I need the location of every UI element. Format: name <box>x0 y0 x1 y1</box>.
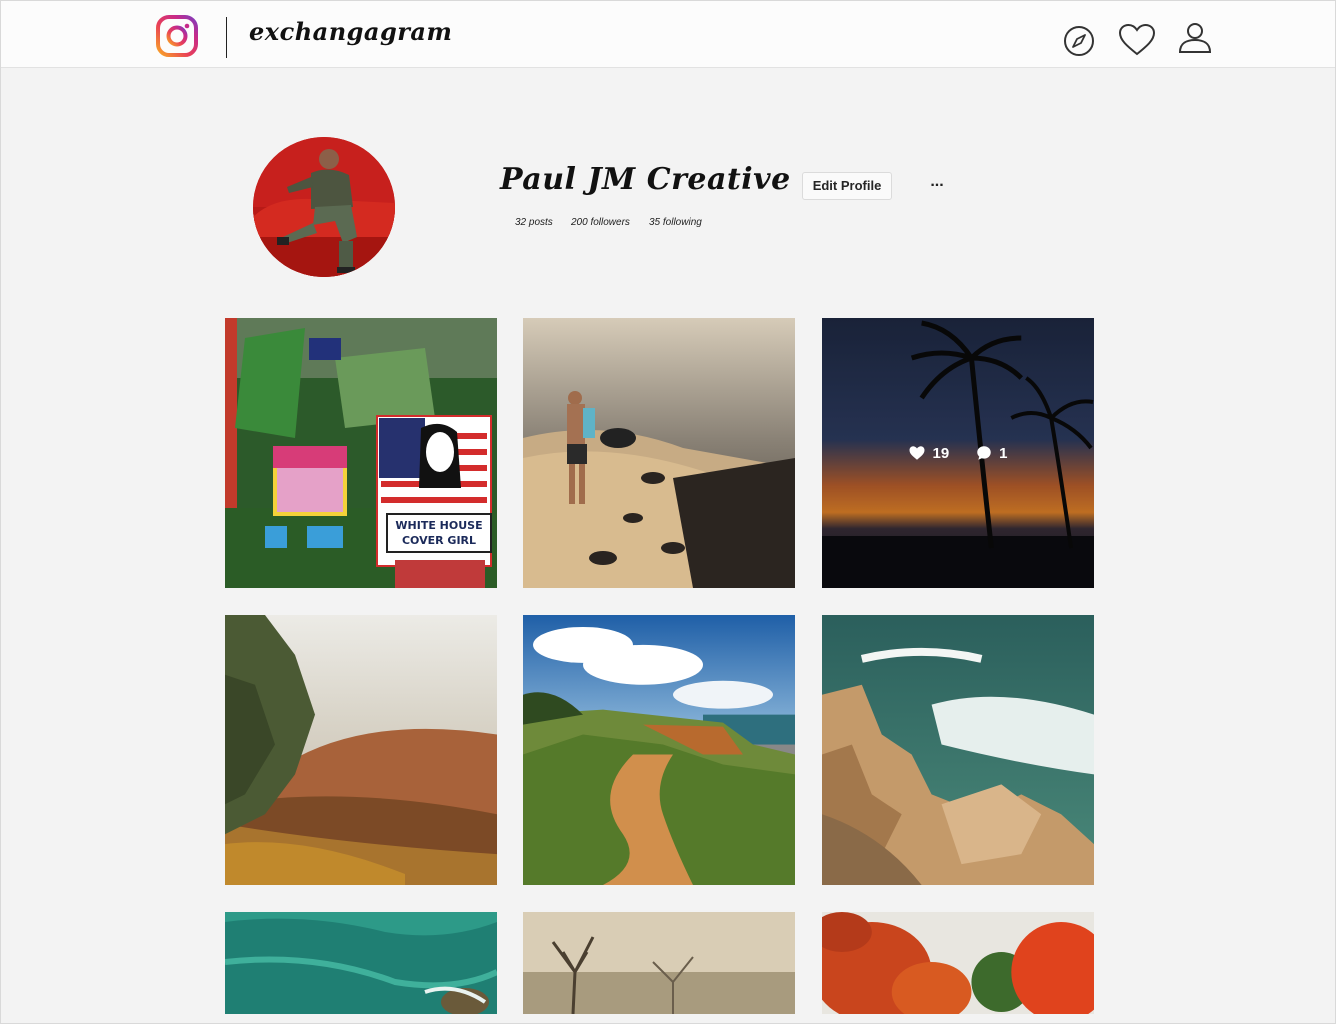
post-tile-teal-water[interactable] <box>225 912 497 1014</box>
instagram-logo-icon[interactable] <box>156 15 198 57</box>
profile-avatar[interactable] <box>253 137 395 277</box>
svg-text:COVER GIRL: COVER GIRL <box>402 534 476 547</box>
post-tile-bare-trees[interactable] <box>523 912 795 1014</box>
likes-stat: 19 <box>908 444 949 462</box>
edit-profile-button[interactable]: Edit Profile <box>802 172 892 200</box>
post-tile-foggy-hill[interactable] <box>225 615 497 885</box>
posts-count: 32 posts <box>515 217 553 228</box>
heart-icon[interactable] <box>1117 21 1157 61</box>
brand-wordmark[interactable]: exchangagram <box>249 17 452 46</box>
more-options-button[interactable]: ... <box>926 170 948 194</box>
comments-count: 1 <box>999 444 1008 462</box>
post-tile-coastal-path[interactable] <box>523 615 795 885</box>
post-tile-rocky-coast[interactable] <box>822 615 1094 885</box>
comment-filled-icon <box>977 446 991 460</box>
comments-stat: 1 <box>975 444 1008 462</box>
followers-count[interactable]: 200 followers <box>571 217 630 228</box>
post-tile-sunset-palms[interactable]: 19 1 <box>822 318 1094 588</box>
profile-name: Paul JM Creative <box>500 162 791 197</box>
likes-count: 19 <box>932 444 950 462</box>
compass-icon[interactable] <box>1059 21 1099 61</box>
top-navbar: exchangagram <box>1 1 1335 68</box>
header-divider <box>226 17 227 58</box>
following-count[interactable]: 35 following <box>649 217 702 228</box>
svg-text:WHITE HOUSE: WHITE HOUSE <box>395 519 482 532</box>
user-icon[interactable] <box>1175 19 1215 59</box>
post-tile-beach-man[interactable] <box>523 318 795 588</box>
heart-filled-icon <box>909 446 925 460</box>
post-tile-autumn-trees[interactable] <box>822 912 1094 1014</box>
post-hover-overlay: 19 1 <box>822 318 1094 588</box>
post-tile-street-posters[interactable]: WHITE HOUSE COVER GIRL <box>225 318 497 588</box>
